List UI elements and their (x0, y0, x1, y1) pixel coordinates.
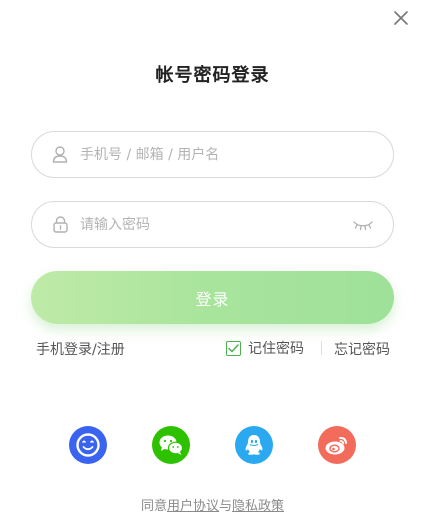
app-icon[interactable] (69, 426, 107, 464)
forgot-password-link[interactable]: 忘记密码 (334, 339, 390, 359)
close-icon[interactable] (393, 10, 409, 26)
remember-checkbox[interactable] (226, 340, 241, 356)
password-field[interactable] (31, 201, 394, 248)
dialog-title: 帐号密码登录 (155, 65, 270, 86)
agreement-text: 同意用户协议与隐私政策 (0, 495, 425, 514)
divider (321, 341, 322, 355)
remember-password-toggle[interactable]: 记住密码 (226, 338, 304, 358)
qq-icon[interactable] (235, 426, 273, 464)
password-input[interactable] (80, 202, 353, 247)
user-agreement-link[interactable]: 用户协议 (167, 499, 219, 514)
login-button[interactable]: 登录 (31, 271, 394, 324)
lock-icon (51, 216, 69, 234)
user-icon (51, 146, 69, 164)
remember-label: 记住密码 (248, 341, 304, 357)
agreement-joiner: 与 (219, 499, 233, 514)
account-input[interactable] (80, 132, 393, 177)
privacy-policy-link[interactable]: 隐私政策 (232, 499, 284, 514)
login-dialog: 帐号密码登录 登录 (0, 0, 425, 528)
eye-closed-icon[interactable] (353, 218, 373, 232)
agreement-prefix: 同意 (140, 499, 167, 514)
weibo-icon[interactable] (318, 426, 356, 464)
account-field[interactable] (31, 131, 394, 178)
wechat-icon[interactable] (152, 426, 190, 464)
social-login-row (0, 426, 425, 464)
phone-login-link[interactable]: 手机登录/注册 (36, 339, 125, 359)
login-options-row: 手机登录/注册 记住密码 忘记密码 (36, 338, 394, 358)
